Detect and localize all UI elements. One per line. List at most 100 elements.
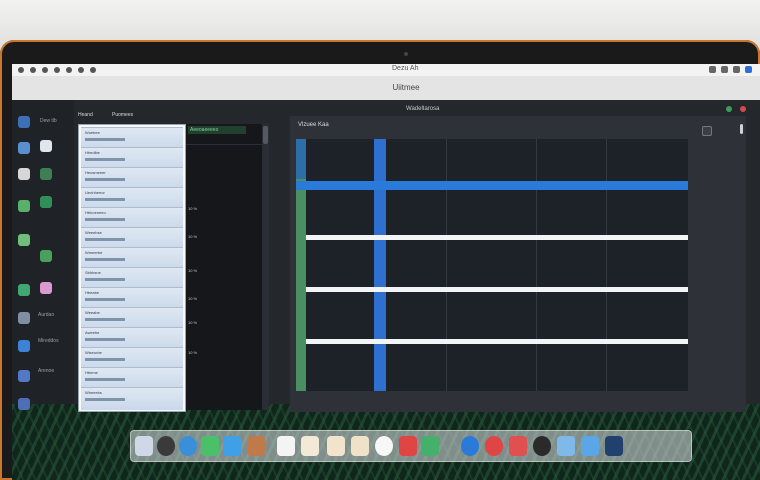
sidebar-app-icon[interactable] xyxy=(18,370,30,382)
search-icon[interactable] xyxy=(733,66,740,73)
sidebar-app-label[interactable]: Mireddos xyxy=(38,338,59,344)
sidebar-app-icon[interactable] xyxy=(18,142,30,154)
divider xyxy=(186,144,262,145)
photos-icon[interactable] xyxy=(277,436,295,456)
list-item-bar xyxy=(85,198,125,201)
list-item-label: Ueohheeor xyxy=(85,190,105,195)
scrollbar[interactable] xyxy=(262,124,269,410)
list-item-label: Wheeebs xyxy=(85,390,102,395)
menu-item-icon[interactable] xyxy=(30,67,36,73)
panel-title: Wadeltarosa xyxy=(406,106,440,112)
sidebar-app-icon[interactable] xyxy=(18,284,30,296)
menu-item-icon[interactable] xyxy=(78,67,84,73)
sidebar-app-label[interactable]: Arenoe xyxy=(38,368,54,374)
sidebar-app-icon[interactable] xyxy=(18,200,30,212)
detail-label: 10 % xyxy=(188,320,198,325)
selected-row[interactable] xyxy=(296,181,688,190)
news-icon[interactable] xyxy=(509,436,527,456)
detail-label: 10 % xyxy=(188,268,198,273)
list-item-bar xyxy=(85,258,125,261)
contacts-icon[interactable] xyxy=(351,436,369,456)
messages-icon[interactable] xyxy=(201,436,219,456)
maps-icon[interactable] xyxy=(247,436,265,456)
sidebar-app-icon[interactable] xyxy=(18,398,30,410)
sidebar-app-icon[interactable] xyxy=(18,116,30,128)
sidebar-app-icon[interactable] xyxy=(40,168,52,180)
mail-icon[interactable] xyxy=(223,436,241,456)
camera-icon xyxy=(404,52,408,56)
tv-icon[interactable] xyxy=(485,436,503,456)
menu-item-icon[interactable] xyxy=(66,67,72,73)
list-item-bar xyxy=(85,358,125,361)
control-center-icon[interactable] xyxy=(745,66,752,73)
menu-item-icon[interactable] xyxy=(90,67,96,73)
dock xyxy=(130,430,692,462)
list-item-label: Sbhbsne xyxy=(85,270,101,275)
launchpad-icon[interactable] xyxy=(157,436,175,456)
sidebar-app-icon[interactable] xyxy=(18,312,30,324)
window-titlebar[interactable]: Uiitmee xyxy=(12,76,760,100)
expand-icon[interactable] xyxy=(702,126,712,136)
menu-item-icon[interactable] xyxy=(54,67,60,73)
list-item-label: Wmeerbe xyxy=(85,250,103,255)
notes-icon[interactable] xyxy=(399,436,417,456)
sidebar-app-icon[interactable] xyxy=(18,234,30,246)
sidebar-app-label[interactable]: Dew tlb xyxy=(40,118,57,124)
settings-icon[interactable] xyxy=(557,436,575,456)
sidebar-app-label[interactable]: Aurdao xyxy=(38,312,54,318)
close-icon[interactable] xyxy=(740,106,746,112)
detail-header[interactable]: Aeeoaeeeeo xyxy=(188,126,246,134)
facetime-icon[interactable] xyxy=(301,436,319,456)
list-item[interactable]: Wheeebs xyxy=(81,387,183,410)
scroll-thumb[interactable] xyxy=(263,126,268,144)
more-icon[interactable] xyxy=(740,124,743,134)
wifi-icon[interactable] xyxy=(709,66,716,73)
battery-icon[interactable] xyxy=(721,66,728,73)
status-dot-icon xyxy=(726,106,732,112)
list-item-bar xyxy=(85,158,125,161)
files-icon[interactable] xyxy=(581,436,599,456)
list-item-bar xyxy=(85,298,125,301)
detail-label: 10 % xyxy=(188,234,198,239)
list-item-bar xyxy=(85,138,125,141)
list-item-bar xyxy=(85,238,125,241)
apple-icon[interactable] xyxy=(18,67,24,73)
list-item-label: Wuebee xyxy=(85,130,100,135)
sidebar-app-icon[interactable] xyxy=(18,340,30,352)
list-item-bar xyxy=(85,338,125,341)
grid-line xyxy=(536,139,537,391)
sidebar-app-icon[interactable] xyxy=(18,168,30,180)
list-item-bar xyxy=(85,318,125,321)
list-item-label: Weeebse xyxy=(85,230,102,235)
list-item-label: Aweehe xyxy=(85,330,100,335)
list-header[interactable]: Puomees xyxy=(112,112,133,118)
sidebar-app-icon[interactable] xyxy=(40,196,52,208)
sidebar-app-icon[interactable] xyxy=(40,140,52,152)
grid-row[interactable] xyxy=(306,235,688,240)
music-icon[interactable] xyxy=(421,436,439,456)
sidebar-app-icon[interactable] xyxy=(40,250,52,262)
list-item-label: Hbhoeneeo xyxy=(85,210,106,215)
menu-bar xyxy=(12,64,760,76)
appstore-icon[interactable] xyxy=(533,436,551,456)
detail-panel xyxy=(186,124,262,410)
podcasts-icon[interactable] xyxy=(461,436,479,456)
sidebar-app-icon[interactable] xyxy=(40,282,52,294)
grid-row[interactable] xyxy=(306,287,688,292)
grid-line xyxy=(606,139,607,391)
grid-header[interactable]: Vlzuee Kaa xyxy=(298,122,329,128)
list-item-label: Hbeabe xyxy=(85,290,100,295)
calendar-icon[interactable] xyxy=(327,436,345,456)
list-item-label: Hhedlbe xyxy=(85,150,100,155)
finder-icon[interactable] xyxy=(135,436,153,456)
reminders-icon[interactable] xyxy=(375,436,393,456)
grid-row[interactable] xyxy=(306,339,688,344)
detail-label: 10 % xyxy=(188,206,198,211)
menu-item-icon[interactable] xyxy=(42,67,48,73)
highlight-column[interactable] xyxy=(374,139,386,391)
list-header[interactable]: Heand xyxy=(78,112,93,118)
list-item-bar xyxy=(85,398,125,401)
trash-icon[interactable] xyxy=(605,436,623,456)
safari-icon[interactable] xyxy=(179,436,197,456)
grid-line xyxy=(446,139,447,391)
